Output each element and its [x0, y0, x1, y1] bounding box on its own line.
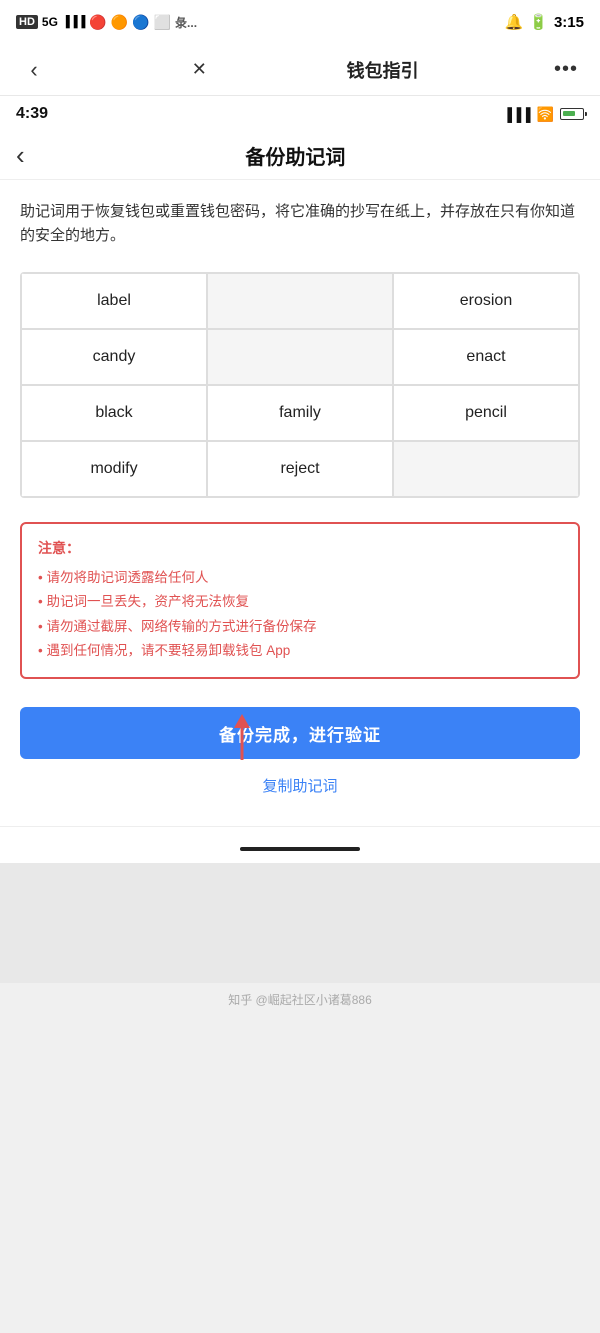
- outer-status-right: 🔔 🔋 3:15: [505, 13, 584, 31]
- inner-status-icons: ▐▐▐ 🛜: [503, 106, 584, 123]
- main-content: 助记词用于恢复钱包或重置钱包密码，将它准确的抄写在纸上，并存放在只有你知道的安全…: [0, 180, 600, 826]
- inner-back-icon: ‹: [16, 140, 25, 170]
- mnemonic-cell-2: [207, 273, 393, 329]
- app-icon-2: 🔵: [132, 14, 149, 31]
- mnemonic-cell-5: [207, 329, 393, 385]
- app-icon-4: 彔...: [175, 14, 197, 31]
- inner-nav-bar: ‹ 备份助记词: [0, 132, 600, 180]
- warning-item-4: • 遇到任何情况，请不要轻易卸载钱包 App: [38, 639, 562, 663]
- mnemonic-cell-6: enact: [393, 329, 579, 385]
- inner-signal-icon: ▐▐▐: [503, 107, 531, 122]
- app-more-button[interactable]: •••: [548, 52, 584, 88]
- watermark: 知乎 @崛起社区小诸葛886: [0, 983, 600, 1012]
- inner-back-button[interactable]: ‹: [16, 140, 25, 171]
- outer-status-bar: HD 5G ▐▐▐ 🔴 🟠 🔵 ⬜ 彔... 🔔 🔋 3:15: [0, 0, 600, 44]
- description-text: 助记词用于恢复钱包或重置钱包密码，将它准确的抄写在纸上，并存放在只有你知道的安全…: [20, 200, 580, 248]
- warning-title: 注意：: [38, 538, 562, 558]
- warning-item-3: • 请勿通过截屏、网络传输的方式进行备份保存: [38, 615, 562, 639]
- inner-status-bar: 4:39 ▐▐▐ 🛜: [0, 96, 600, 132]
- outer-status-left: HD 5G ▐▐▐ 🔴 🟠 🔵 ⬜ 彔...: [16, 14, 197, 31]
- mnemonic-cell-4: candy: [21, 329, 207, 385]
- mnemonic-cell-9: pencil: [393, 385, 579, 441]
- mnemonic-cell-8: family: [207, 385, 393, 441]
- copy-mnemonic-link[interactable]: 复制助记词: [20, 775, 580, 796]
- mnemonic-cell-10: modify: [21, 441, 207, 497]
- warning-box: 注意： • 请勿将助记词透露给任何人 • 助记词一旦丢失，资产将无法恢复 • 请…: [20, 522, 580, 679]
- app-back-button[interactable]: ‹: [16, 52, 52, 88]
- hd-icon: HD: [16, 15, 38, 29]
- app-more-icon: •••: [554, 58, 578, 81]
- warning-item-1: • 请勿将助记词透露给任何人: [38, 566, 562, 590]
- app-top-bar: ‹ ✕ 钱包指引 •••: [0, 44, 600, 96]
- app-icon-1: 🟠: [111, 14, 128, 31]
- bell-icon: 🔔: [505, 13, 524, 31]
- mnemonic-grid: label erosion candy enact black family p: [20, 272, 580, 498]
- signal-bars: ▐▐▐: [62, 16, 85, 28]
- warning-item-2: • 助记词一旦丢失，资产将无法恢复: [38, 590, 562, 614]
- mnemonic-cell-7: black: [21, 385, 207, 441]
- bottom-bar: [0, 826, 600, 863]
- inner-time: 4:39: [16, 105, 48, 123]
- app-title: 钱包指引: [347, 57, 419, 83]
- inner-battery-icon: [560, 108, 584, 120]
- inner-screen: 4:39 ▐▐▐ 🛜 ‹ 备份助记词 助记词用于恢复钱包或重置钱包密码，将它准确…: [0, 96, 600, 863]
- mnemonic-cell-12: [393, 441, 579, 497]
- mnemonic-cell-11: reject: [207, 441, 393, 497]
- inner-wifi-icon: 🛜: [537, 106, 554, 123]
- app-close-button[interactable]: ✕: [181, 52, 217, 88]
- mnemonic-cell-1: label: [21, 273, 207, 329]
- signal-strength: 5G: [42, 15, 58, 29]
- outer-time: 3:15: [554, 14, 584, 31]
- battery-outer: 🔋: [529, 13, 548, 31]
- app-back-icon: ‹: [30, 57, 37, 83]
- mnemonic-cell-3: erosion: [393, 273, 579, 329]
- inner-nav-title: 备份助记词: [37, 141, 554, 170]
- app-icon-3: ⬜: [154, 14, 171, 31]
- weibo-icon: 🔴: [89, 14, 106, 31]
- app-close-icon: ✕: [192, 59, 207, 80]
- confirm-button-wrapper: 备份完成，进行验证: [20, 707, 580, 759]
- confirm-backup-button[interactable]: 备份完成，进行验证: [20, 707, 580, 759]
- outer-background: [0, 863, 600, 983]
- home-indicator: [240, 847, 360, 851]
